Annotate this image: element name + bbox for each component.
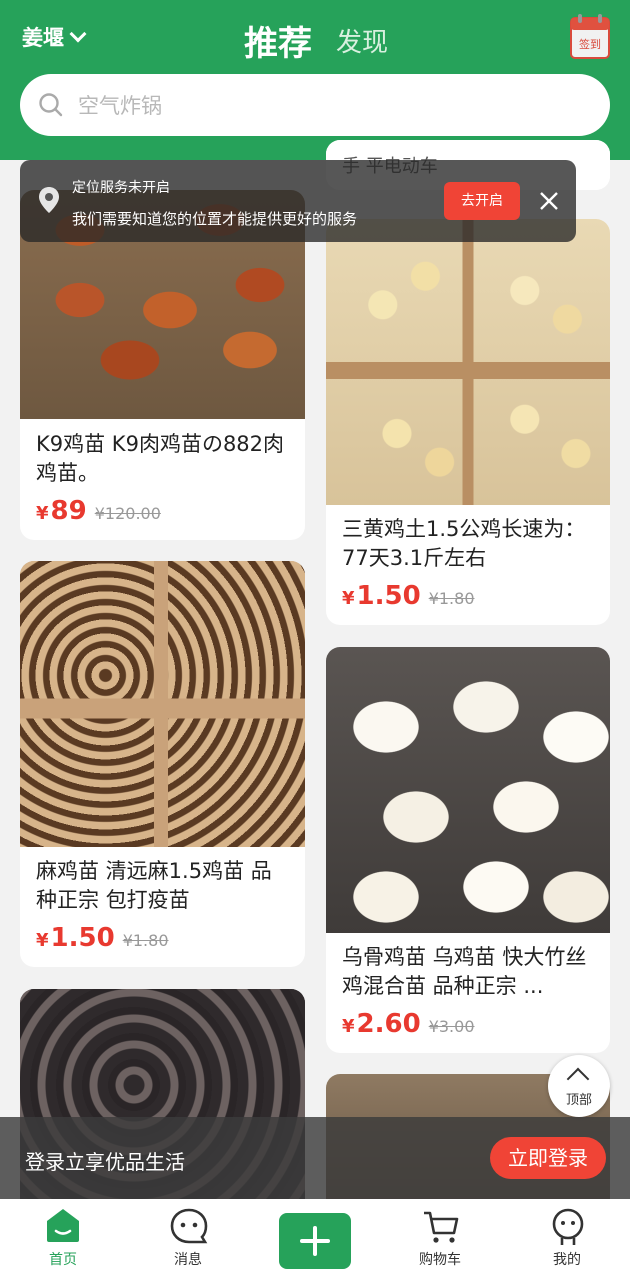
tab-recommend[interactable]: 推荐 [244, 16, 312, 65]
product-price: 2.60 [356, 1009, 421, 1039]
product-price: 89 [50, 496, 87, 526]
original-price: ¥1.80 [122, 931, 169, 950]
product-card[interactable]: 乌骨鸡苗 乌鸡苗 快大竹丝鸡混合苗 品种正宗 ... ¥ 2.60 ¥3.00 [326, 647, 610, 1053]
search-bar[interactable]: 空气炸锅 [20, 74, 610, 136]
profile-icon [552, 1208, 584, 1245]
currency-symbol: ¥ [342, 1016, 355, 1037]
original-price: ¥1.80 [428, 589, 475, 608]
nav-messages[interactable]: 消息 [143, 1199, 233, 1280]
nav-cart-label: 购物车 [419, 1252, 461, 1268]
tab-discover[interactable]: 发现 [336, 22, 388, 59]
search-icon [39, 93, 63, 117]
home-icon [47, 1209, 79, 1242]
location-permission-banner: 定位服务未开启 我们需要知道您的位置才能提供更好的服务 去开启 [20, 160, 576, 242]
product-image [20, 561, 305, 847]
banner-title: 定位服务未开启 [72, 180, 170, 196]
signin-label: 签到 [579, 37, 601, 51]
login-prompt-message: 登录立享优品生活 [25, 1150, 185, 1174]
product-title: K9鸡苗 K9肉鸡苗の882肉鸡苗。 [36, 432, 285, 485]
nav-cart[interactable]: 购物车 [395, 1199, 485, 1280]
nav-mine-label: 我的 [553, 1252, 581, 1268]
signin-calendar-icon[interactable]: 签到 [570, 14, 610, 60]
product-card[interactable]: 三黄鸡土1.5公鸡长速为：77天3.1斤左右 ¥ 1.50 ¥1.80 [326, 219, 610, 625]
chevron-down-icon [69, 25, 87, 43]
enable-location-button[interactable]: 去开启 [444, 182, 520, 220]
original-price: ¥3.00 [428, 1017, 475, 1036]
product-price: 1.50 [356, 581, 421, 611]
cart-icon [424, 1211, 459, 1243]
product-image [326, 219, 610, 505]
chevron-up-icon [566, 1067, 590, 1091]
search-placeholder: 空气炸锅 [78, 94, 162, 118]
location-label: 姜堰 [22, 26, 64, 50]
location-selector[interactable]: 姜堰 [22, 22, 87, 52]
original-price: ¥120.00 [94, 504, 161, 523]
close-icon[interactable] [536, 188, 562, 214]
top-header: 姜堰 推荐 发现 签到 空气炸锅 [0, 0, 630, 160]
currency-symbol: ¥ [342, 588, 355, 609]
product-title: 麻鸡苗 清远麻1.5鸡苗 品种正宗 包打疫苗 [36, 859, 272, 912]
back-to-top-button[interactable]: 顶部 [548, 1055, 610, 1117]
nav-messages-label: 消息 [174, 1252, 202, 1268]
nav-home[interactable]: 首页 [18, 1199, 108, 1280]
message-icon [170, 1208, 208, 1244]
location-pin-icon [39, 187, 59, 213]
product-image [326, 647, 610, 933]
product-price: 1.50 [50, 923, 115, 953]
banner-message: 我们需要知道您的位置才能提供更好的服务 [72, 210, 358, 228]
login-button[interactable]: 立即登录 [490, 1137, 606, 1179]
back-to-top-label: 顶部 [565, 1093, 592, 1108]
product-card[interactable]: K9鸡苗 K9肉鸡苗の882肉鸡苗。 ¥ 89 ¥120.00 [20, 190, 305, 540]
product-title: 乌骨鸡苗 乌鸡苗 快大竹丝鸡混合苗 品种正宗 ... [342, 945, 587, 998]
bottom-nav: 首页 消息 购物车 我的 [0, 1199, 630, 1280]
login-prompt-bar: 登录立享优品生活 立即登录 [0, 1117, 630, 1199]
nav-mine[interactable]: 我的 [522, 1199, 612, 1280]
currency-symbol: ¥ [36, 930, 49, 951]
product-title: 三黄鸡土1.5公鸡长速为：77天3.1斤左右 [342, 517, 586, 570]
currency-symbol: ¥ [36, 503, 49, 524]
publish-button[interactable] [279, 1213, 351, 1269]
nav-home-label: 首页 [49, 1252, 77, 1268]
product-card[interactable]: 麻鸡苗 清远麻1.5鸡苗 品种正宗 包打疫苗 ¥ 1.50 ¥1.80 [20, 561, 305, 967]
plus-icon [300, 1226, 330, 1256]
